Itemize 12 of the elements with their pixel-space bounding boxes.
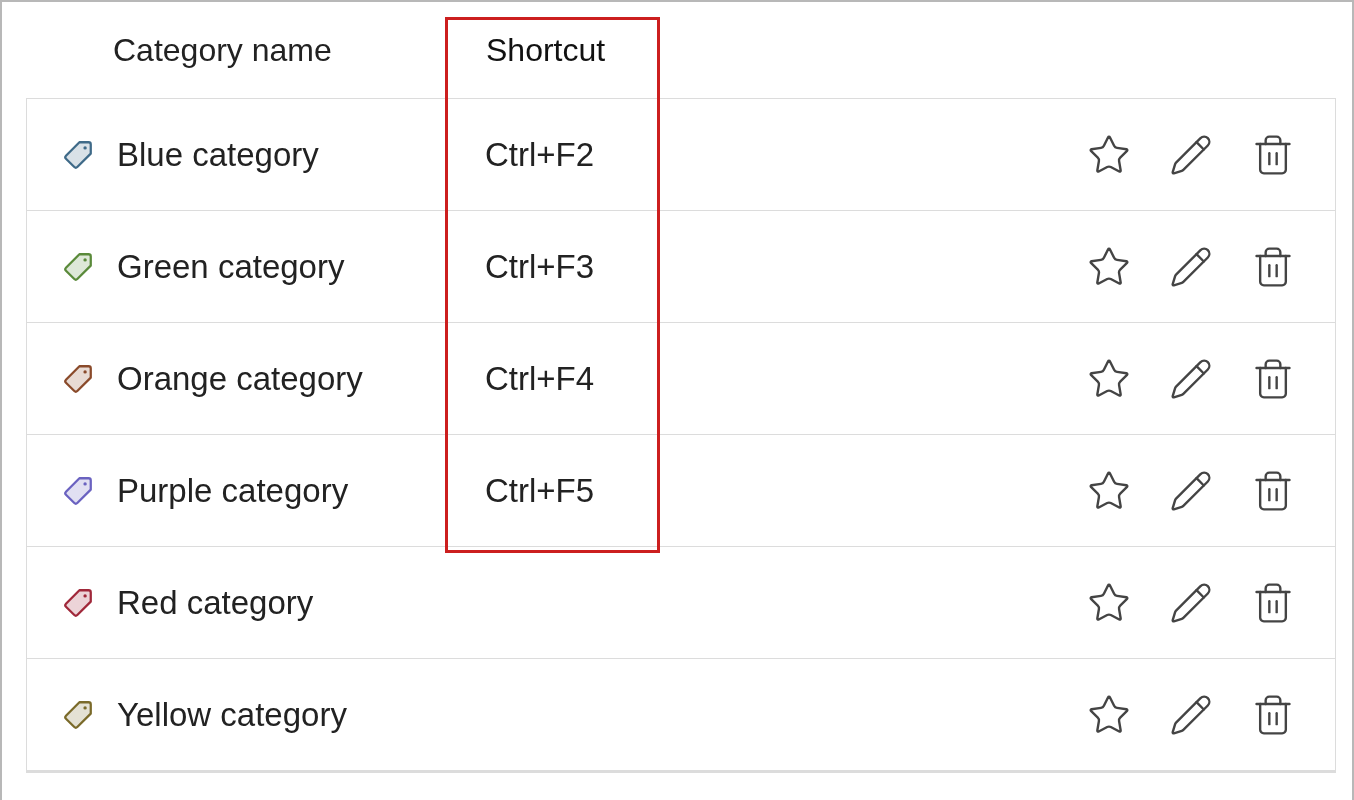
category-name: Blue category — [117, 135, 319, 174]
shortcut-text: Ctrl+F4 — [485, 359, 596, 398]
category-name: Orange category — [117, 359, 363, 398]
shortcut-text: Ctrl+F5 — [485, 471, 596, 510]
shortcut-text: Ctrl+F2 — [485, 135, 596, 174]
shortcut-text: Ctrl+F3 — [485, 247, 596, 286]
category-name: Yellow category — [117, 695, 347, 734]
category-name: Purple category — [117, 471, 349, 510]
column-header: Category name — [112, 31, 333, 69]
category-name: Green category — [117, 247, 345, 286]
column-header: Shortcut — [486, 31, 607, 69]
category-name: Red category — [117, 583, 314, 622]
